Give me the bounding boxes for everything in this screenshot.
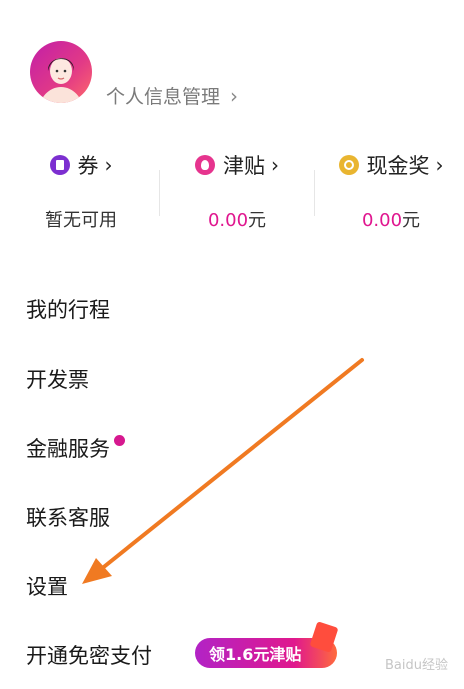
watermark: Baidu经验 xyxy=(385,658,448,673)
annotation-arrow xyxy=(82,358,364,584)
